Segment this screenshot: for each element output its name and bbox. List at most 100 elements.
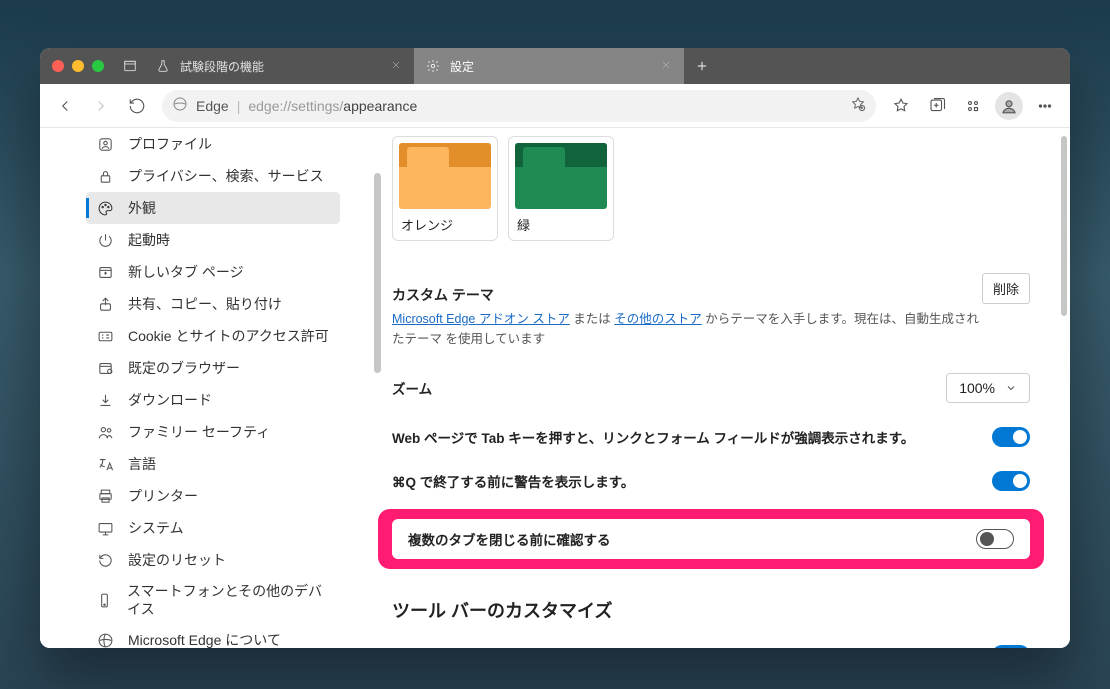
main-scrollbar-thumb[interactable] [1061, 136, 1067, 316]
window-controls [40, 48, 116, 84]
sidebar-item-reset[interactable]: 設定のリセット [86, 544, 340, 576]
sidebar-item-cookies[interactable]: Cookie とサイトのアクセス許可 [86, 320, 340, 352]
back-button[interactable] [48, 89, 82, 123]
sidebar-item-newtab[interactable]: 新しいタブ ページ [86, 256, 340, 288]
sidebar-item-label: Cookie とサイトのアクセス許可 [128, 326, 329, 346]
sidebar-item-default[interactable]: 既定のブラウザー [86, 352, 340, 384]
edge-logo-icon [172, 96, 188, 115]
other-store-link[interactable]: その他のストア [614, 312, 702, 326]
settings-sidebar: プロファイル プライバシー、検索、サービス 外観 起動時 新しいタブ ページ 共… [40, 128, 340, 648]
vertical-tabs-label: 垂直タブのボタンを表示する [392, 645, 568, 648]
sidebar-item-system[interactable]: システム [86, 512, 340, 544]
language-icon [96, 456, 114, 473]
sidebar-item-label: ダウンロード [128, 390, 212, 410]
address-brand: Edge [196, 98, 229, 114]
theme-row: オレンジ 緑 [392, 136, 1030, 241]
reload-button[interactable] [120, 89, 154, 123]
edge-icon [96, 632, 114, 648]
sidebar-item-label: 設定のリセット [128, 550, 226, 570]
sidebar-item-privacy[interactable]: プライバシー、検索、サービス [86, 160, 340, 192]
close-window-button[interactable] [52, 60, 64, 72]
sidebar-item-printers[interactable]: プリンター [86, 480, 340, 512]
delete-theme-button[interactable]: 削除 [982, 273, 1030, 304]
quit-warning-label: ⌘Q で終了する前に警告を表示します。 [392, 471, 634, 491]
printer-icon [96, 488, 114, 505]
sidebar-item-profile[interactable]: プロファイル [86, 128, 340, 160]
family-icon [96, 424, 114, 441]
flask-icon [156, 59, 170, 73]
theme-swatch [399, 143, 491, 209]
close-tabs-confirm-label: 複数のタブを閉じる前に確認する [408, 529, 611, 549]
zoom-select[interactable]: 100% [946, 373, 1030, 403]
cookies-icon [96, 328, 114, 345]
sidebar-item-label: Microsoft Edge について [128, 630, 281, 648]
favorites-button[interactable] [884, 89, 918, 123]
content-area: プロファイル プライバシー、検索、サービス 外観 起動時 新しいタブ ページ 共… [40, 128, 1070, 648]
sidebar-item-label: 共有、コピー、貼り付け [128, 294, 282, 314]
sidebar-item-label: スマートフォンとその他のデバイス [127, 582, 330, 618]
address-bar: Edge | edge://settings/appearance [40, 84, 1070, 128]
profile-icon [96, 136, 114, 153]
sidebar-item-label: プリンター [128, 486, 198, 506]
tabkey-highlight-toggle[interactable] [992, 427, 1030, 447]
phone-icon [96, 592, 113, 609]
share-icon [96, 296, 114, 313]
url-text: edge://settings/appearance [248, 98, 417, 114]
forward-button[interactable] [84, 89, 118, 123]
tab-label: 設定 [450, 58, 474, 75]
address-field[interactable]: Edge | edge://settings/appearance [162, 90, 876, 122]
theme-name: オレンジ [399, 213, 491, 236]
sidebar-item-phone[interactable]: スマートフォンとその他のデバイス [86, 576, 340, 624]
profile-button[interactable] [992, 89, 1026, 123]
tab-experiments[interactable]: 試験段階の機能 [144, 48, 414, 84]
close-tabs-confirm-toggle[interactable] [976, 529, 1014, 549]
custom-theme-text: Microsoft Edge アドオン ストア または その他のストア からテー… [392, 309, 982, 349]
sidebar-item-startup[interactable]: 起動時 [86, 224, 340, 256]
download-icon [96, 392, 114, 409]
gear-icon [426, 59, 440, 73]
sidebar-item-label: 言語 [128, 454, 156, 474]
sidebar-item-share[interactable]: 共有、コピー、貼り付け [86, 288, 340, 320]
sidebar-item-about[interactable]: Microsoft Edge について [86, 624, 340, 648]
power-icon [96, 232, 114, 249]
new-tab-button[interactable] [684, 48, 720, 84]
close-tab-button[interactable] [660, 59, 672, 74]
more-menu-button[interactable] [1028, 89, 1062, 123]
tab-label: 試験段階の機能 [180, 58, 264, 75]
maximize-window-button[interactable] [92, 60, 104, 72]
sidebar-item-label: 外観 [128, 198, 156, 218]
sidebar-item-label: ファミリー セーフティ [128, 422, 270, 442]
chevron-down-icon [1005, 382, 1017, 394]
vertical-tabs-toggle[interactable] [992, 645, 1030, 648]
system-icon [96, 520, 114, 537]
window-icon [116, 48, 144, 84]
sidebar-item-label: 新しいタブ ページ [128, 262, 244, 282]
zoom-label: ズーム [392, 378, 432, 398]
sidebar-item-family[interactable]: ファミリー セーフティ [86, 416, 340, 448]
sidebar-item-language[interactable]: 言語 [86, 448, 340, 480]
close-tab-button[interactable] [390, 59, 402, 74]
add-favorite-icon[interactable] [850, 96, 866, 115]
sidebar-item-appearance[interactable]: 外観 [86, 192, 340, 224]
browser-window: 試験段階の機能 設定 [40, 48, 1070, 648]
addon-store-link[interactable]: Microsoft Edge アドオン ストア [392, 312, 570, 326]
newtab-icon [96, 264, 114, 281]
default-browser-icon [96, 360, 114, 377]
sidebar-item-label: プロファイル [128, 134, 212, 154]
minimize-window-button[interactable] [72, 60, 84, 72]
theme-green[interactable]: 緑 [508, 136, 614, 241]
separator: | [237, 98, 241, 114]
zoom-value: 100% [959, 380, 995, 396]
tabkey-highlight-label: Web ページで Tab キーを押すと、リンクとフォーム フィールドが強調表示さ… [392, 427, 914, 447]
reset-icon [96, 552, 114, 569]
sidebar-item-label: システム [128, 518, 184, 538]
quit-warning-toggle[interactable] [992, 471, 1030, 491]
sidebar-item-label: プライバシー、検索、サービス [128, 166, 324, 186]
theme-orange[interactable]: オレンジ [392, 136, 498, 241]
collections-button[interactable] [920, 89, 954, 123]
sidebar-item-label: 起動時 [128, 230, 170, 250]
extensions-button[interactable] [956, 89, 990, 123]
sidebar-item-downloads[interactable]: ダウンロード [86, 384, 340, 416]
toolbar-customize-heading: ツール バーのカスタマイズ [392, 597, 1030, 623]
tab-settings[interactable]: 設定 [414, 48, 684, 84]
